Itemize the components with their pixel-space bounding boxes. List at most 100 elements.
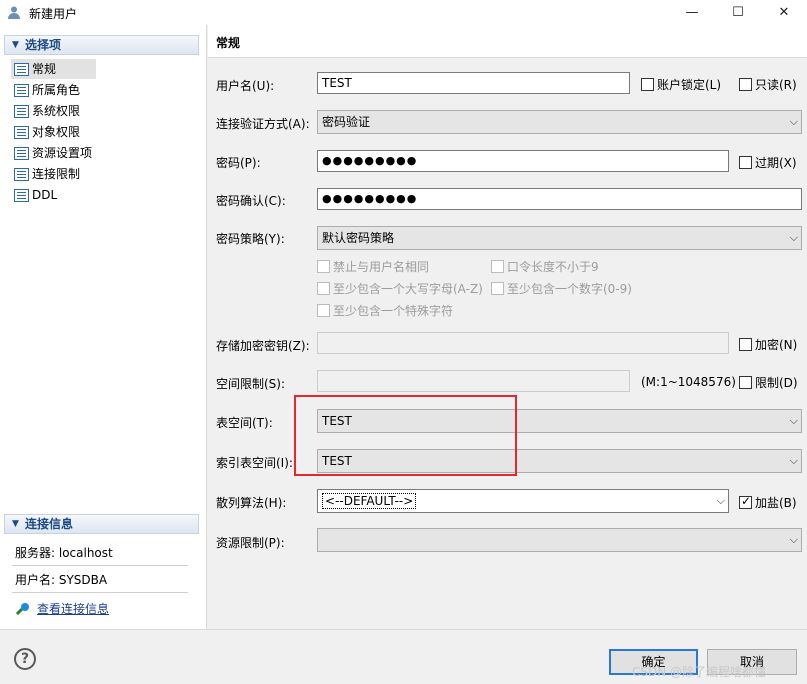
nav-item-ddl[interactable]: DDL xyxy=(11,185,57,205)
user-info: 用户名: SYSDBA xyxy=(15,573,108,587)
auth-label: 连接验证方式(A): xyxy=(216,117,310,131)
list-icon xyxy=(14,125,29,139)
list-icon xyxy=(14,167,29,181)
resource-limit-label: 资源限制(P): xyxy=(216,536,285,550)
space-limit-label: 空间限制(S): xyxy=(216,377,286,391)
policy-option-not-username[interactable]: 禁止与用户名相同 xyxy=(317,258,429,275)
nav-item-resource-settings[interactable]: 资源设置项 xyxy=(11,143,92,163)
checkbox-box xyxy=(641,78,654,91)
readonly-checkbox[interactable]: 只读(R) xyxy=(739,76,797,93)
maximize-button[interactable]: ☐ xyxy=(715,0,761,25)
list-icon xyxy=(14,188,29,202)
checkbox-box xyxy=(317,304,330,317)
salt-checkbox[interactable]: 加盐(B) xyxy=(739,494,797,511)
checkbox-label: 禁止与用户名相同 xyxy=(333,260,430,274)
account-lock-checkbox[interactable]: 账户锁定(L) xyxy=(641,76,721,93)
encrypt-checkbox[interactable]: 加密(N) xyxy=(739,336,797,353)
view-connection-link[interactable]: 查看连接信息 xyxy=(15,600,109,617)
section-title: 常规 xyxy=(208,25,807,58)
connection-icon xyxy=(15,602,29,615)
chevron-down-icon: ⌵ xyxy=(789,454,798,467)
index-tablespace-label: 索引表空间(I): xyxy=(216,456,293,470)
space-limit-input[interactable] xyxy=(317,370,630,392)
nav-item-system-privileges[interactable]: 系统权限 xyxy=(11,101,80,121)
index-tablespace-select[interactable]: TEST ⌵ xyxy=(317,449,802,473)
storage-key-label: 存储加密密钥(Z): xyxy=(216,339,310,353)
connection-section-header[interactable]: ▼ 连接信息 xyxy=(4,514,199,534)
checkbox-label: 口令长度不小于9 xyxy=(507,260,599,274)
server-info: 服务器: localhost xyxy=(15,546,113,560)
select-value: TEST xyxy=(322,414,352,428)
checkbox-label: 账户锁定(L) xyxy=(657,78,722,92)
auth-method-select[interactable]: 密码验证 ⌵ xyxy=(317,110,802,134)
tablespace-select[interactable]: TEST ⌵ xyxy=(317,409,802,433)
checkbox-label: 加盐(B) xyxy=(755,496,797,510)
checkbox-label: 至少包含一个特殊字符 xyxy=(333,304,454,318)
checkbox-label: 至少包含一个大写字母(A-Z) xyxy=(333,282,483,296)
policy-option-uppercase[interactable]: 至少包含一个大写字母(A-Z) xyxy=(317,280,483,297)
minimize-button[interactable]: — xyxy=(669,0,715,25)
password-policy-select[interactable]: 默认密码策略 ⌵ xyxy=(317,226,802,250)
window-title: 新建用户 xyxy=(29,7,78,21)
nav-item-general[interactable]: 常规 xyxy=(11,59,96,79)
list-icon xyxy=(14,62,29,76)
nav-label: 常规 xyxy=(32,62,57,76)
policy-option-min-length[interactable]: 口令长度不小于9 xyxy=(491,258,599,275)
checkbox-label: 只读(R) xyxy=(755,78,797,92)
select-value: TEST xyxy=(322,454,352,468)
title-bar: 新建用户 — ☐ ✕ xyxy=(0,0,807,25)
nav-item-roles[interactable]: 所属角色 xyxy=(11,80,80,100)
select-value: 密码验证 xyxy=(322,115,371,129)
checkbox-box xyxy=(491,260,504,273)
collapse-triangle-icon: ▼ xyxy=(12,40,19,50)
checkbox-box xyxy=(739,78,752,91)
nav-label: DDL xyxy=(32,188,58,202)
checkbox-box xyxy=(739,376,752,389)
checkbox-label: 至少包含一个数字(0-9) xyxy=(507,282,632,296)
checkbox-box xyxy=(739,338,752,351)
checkbox-box xyxy=(317,260,330,273)
chevron-down-icon: ⌵ xyxy=(789,533,798,546)
password-input[interactable]: ●●●●●●●●● xyxy=(317,150,729,172)
nav-label: 连接限制 xyxy=(32,167,81,181)
limit-checkbox[interactable]: 限制(D) xyxy=(739,374,798,391)
checkbox-label: 限制(D) xyxy=(755,376,798,390)
checkbox-box xyxy=(317,282,330,295)
nav-item-object-privileges[interactable]: 对象权限 xyxy=(11,122,80,142)
space-range-text: (M:1~1048576) xyxy=(641,375,736,389)
chevron-down-icon: ⌵ xyxy=(789,231,798,244)
hash-algorithm-label: 散列算法(H): xyxy=(216,496,287,510)
nav-label: 系统权限 xyxy=(32,104,81,118)
options-section-header[interactable]: ▼ 选择项 xyxy=(4,35,199,55)
collapse-triangle-icon: ▼ xyxy=(12,519,19,529)
nav-label: 所属角色 xyxy=(32,83,81,97)
checkbox-box xyxy=(739,156,752,169)
resource-limit-select[interactable]: ⌵ xyxy=(317,528,802,552)
policy-option-digit[interactable]: 至少包含一个数字(0-9) xyxy=(491,280,632,297)
list-icon xyxy=(14,83,29,97)
username-input[interactable]: TEST xyxy=(317,72,630,94)
close-button[interactable]: ✕ xyxy=(761,0,807,25)
chevron-down-icon: ⌵ xyxy=(716,494,725,507)
checkbox-label: 过期(X) xyxy=(755,156,797,170)
storage-key-input[interactable] xyxy=(317,332,729,354)
select-value: 默认密码策略 xyxy=(322,231,395,245)
expire-checkbox[interactable]: 过期(X) xyxy=(739,154,797,171)
left-panel: ▼ 选择项 常规 所属角色 系统权限 对象权限 资源设置项 连接限制 DDL ▼… xyxy=(0,25,207,629)
password-label: 密码(P): xyxy=(216,156,261,170)
policy-label: 密码策略(Y): xyxy=(216,232,285,246)
options-header-label: 选择项 xyxy=(25,38,62,52)
tablespace-label: 表空间(T): xyxy=(216,416,273,430)
list-icon xyxy=(14,104,29,118)
form-panel: 常规 用户名(U): TEST 账户锁定(L) 只读(R) 连接验证方式(A):… xyxy=(208,25,807,629)
hash-algorithm-select[interactable]: <--DEFAULT--> ⌵ xyxy=(317,489,729,513)
policy-option-special-char[interactable]: 至少包含一个特殊字符 xyxy=(317,302,453,319)
help-icon[interactable]: ? xyxy=(14,648,36,670)
password-confirm-input[interactable]: ●●●●●●●●● xyxy=(317,188,802,210)
chevron-down-icon: ⌵ xyxy=(789,414,798,427)
checkbox-label: 加密(N) xyxy=(755,338,798,352)
nav-item-connection-limits[interactable]: 连接限制 xyxy=(11,164,80,184)
password-confirm-label: 密码确认(C): xyxy=(216,194,286,208)
connection-header-label: 连接信息 xyxy=(25,517,74,531)
watermark: CSDN @除了编程啥都懂 xyxy=(632,665,767,679)
